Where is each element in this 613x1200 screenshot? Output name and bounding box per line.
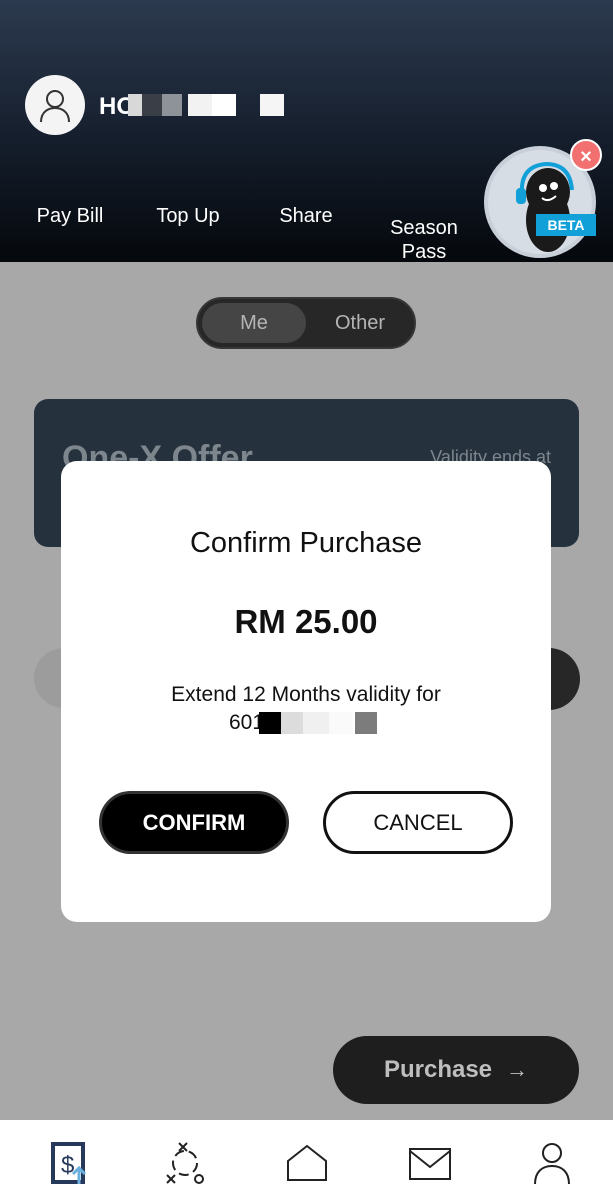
confirm-button[interactable]: CONFIRM <box>99 791 289 854</box>
tab-tactics[interactable] <box>160 1138 210 1188</box>
cancel-button[interactable]: CANCEL <box>323 791 513 854</box>
avatar[interactable] <box>25 75 85 135</box>
tab-billing[interactable]: $ <box>44 1138 94 1188</box>
home-icon <box>287 1144 327 1181</box>
confirm-purchase-dialog: Confirm Purchase RM 25.00 Extend 12 Mont… <box>61 461 551 922</box>
mail-icon <box>409 1148 451 1180</box>
redacted-phone-number <box>259 712 379 734</box>
profile-icon <box>534 1143 570 1185</box>
nav-share[interactable]: Share <box>266 204 346 228</box>
tab-profile[interactable] <box>527 1138 577 1188</box>
purchase-description: Extend 12 Months validity for <box>171 683 441 706</box>
tactics-icon <box>166 1142 204 1184</box>
svg-text:$: $ <box>61 1152 74 1179</box>
close-icon[interactable]: × <box>570 139 602 171</box>
tab-mail[interactable] <box>405 1138 455 1188</box>
tab-home[interactable] <box>282 1138 332 1188</box>
beta-badge: BETA <box>536 214 596 236</box>
nav-season-pass[interactable]: Season Pass <box>384 192 464 264</box>
nav-top-up[interactable]: Top Up <box>148 204 228 228</box>
nav-pay-bill[interactable]: Pay Bill <box>30 204 110 228</box>
purchase-amount: RM 25.00 <box>234 603 378 640</box>
bottom-tab-bar: $ <box>0 1120 613 1200</box>
dialog-title: Confirm Purchase <box>189 527 423 559</box>
user-icon <box>40 90 70 123</box>
billing-icon: $ <box>51 1142 87 1184</box>
redacted-name <box>128 94 286 116</box>
